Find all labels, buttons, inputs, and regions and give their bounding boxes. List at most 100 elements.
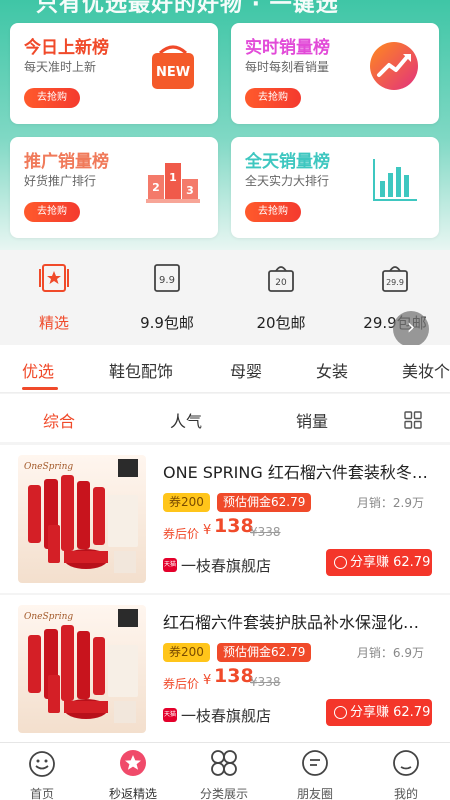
- nav-label: 首页: [29, 787, 54, 800]
- original-price: ¥338: [250, 525, 281, 539]
- buy-button[interactable]: 去抢购: [245, 88, 301, 108]
- quick-nav: 精选 9.9 9.9包邮 20 20包邮 29.9 29.9包邮: [0, 250, 450, 345]
- svg-text:20: 20: [275, 278, 287, 288]
- quick-nav-20[interactable]: 20 20包邮: [231, 262, 331, 333]
- card-subtitle: 每时每刻看销量: [245, 60, 330, 74]
- nav-label: 分类展示: [199, 787, 248, 800]
- tab-beauty[interactable]: 美妆个: [402, 358, 450, 382]
- grid-view-icon[interactable]: [404, 411, 422, 429]
- hero-title: 只有优选最好的好物 · 一键选: [36, 0, 339, 17]
- tab-youxuan[interactable]: 优选: [22, 358, 54, 382]
- podium-icon: 2 1 3: [146, 163, 200, 203]
- price: 138: [214, 665, 254, 687]
- card-subtitle: 每天准时上新: [24, 60, 97, 74]
- nav-featured[interactable]: 秒返精选: [88, 748, 178, 800]
- product-image[interactable]: OneSpring: [18, 455, 146, 583]
- quick-nav-featured[interactable]: 精选: [4, 262, 104, 333]
- shopping-bag-29-9-icon: 29.9: [382, 266, 408, 292]
- share-earn-button[interactable]: 分享赚 62.79: [326, 549, 432, 576]
- svg-text:9.9: 9.9: [159, 275, 175, 286]
- product-card[interactable]: OneSpring ONE SPRING 红石榴六件套装秋冬补水保湿 券200 …: [0, 445, 450, 593]
- card-promo-sales[interactable]: 推广销量榜 好货推广排行 去抢购 2 1 3: [10, 137, 218, 238]
- tab-womens[interactable]: 女装: [316, 358, 348, 382]
- quick-nav-label: 精选: [38, 314, 69, 332]
- commission-badge: 预估佣金62.79: [217, 493, 312, 512]
- share-earn-button[interactable]: 分享赚 62.79: [326, 699, 432, 726]
- original-price: ¥338: [250, 675, 281, 689]
- product-title[interactable]: 红石榴六件套装护肤品补水保湿化妆品: [163, 609, 433, 633]
- new-bag-icon: NEW: [152, 45, 194, 89]
- buy-button[interactable]: 去抢购: [24, 202, 80, 222]
- share-icon: [334, 556, 347, 569]
- price: 138: [214, 515, 254, 537]
- tab-baby[interactable]: 母婴: [230, 358, 262, 382]
- shop-name[interactable]: 一枝春旗舰店: [181, 555, 271, 576]
- quick-nav-label: 9.9包邮: [140, 314, 194, 332]
- chat-bubble-icon: [302, 750, 328, 776]
- svg-text:2: 2: [152, 181, 160, 194]
- nav-label: 我的: [393, 787, 418, 800]
- card-subtitle: 好货推广排行: [24, 174, 97, 188]
- product-card[interactable]: OneSpring 红石榴六件套装护肤品补水保湿化妆品 券200 预估佣金62.…: [0, 595, 450, 743]
- category-tabs: 优选 鞋包配饰 母婴 女装 美妆个: [0, 345, 450, 393]
- shop-name[interactable]: 一枝春旗舰店: [181, 705, 271, 726]
- svg-text:1: 1: [169, 171, 177, 184]
- monthly-sales: 月销：6.9万: [356, 646, 424, 660]
- buy-button[interactable]: 去抢购: [24, 88, 80, 108]
- card-allday-sales[interactable]: 全天销量榜 全天实力大排行 去抢购: [231, 137, 439, 238]
- chevron-right-icon[interactable]: ›: [393, 311, 429, 347]
- coupon-badge: 券200: [163, 643, 210, 662]
- card-title: 全天销量榜: [245, 152, 330, 172]
- price-symbol: ¥: [203, 673, 212, 688]
- card-title: 今日上新榜: [24, 38, 109, 58]
- quick-nav-9-9[interactable]: 9.9 9.9包邮: [117, 262, 217, 333]
- nav-moments[interactable]: 朋友圈: [270, 748, 360, 800]
- bar-chart-icon: [373, 159, 417, 201]
- card-subtitle: 全天实力大排行: [245, 174, 330, 188]
- share-label: 分享赚 62.79: [350, 705, 431, 720]
- tab-active-indicator: [22, 387, 58, 390]
- monthly-sales: 月销：2.9万: [356, 496, 424, 510]
- card-new-today[interactable]: 今日上新榜 每天准时上新 去抢购 NEW: [10, 23, 218, 124]
- card-realtime-sales[interactable]: 实时销量榜 每时每刻看销量 去抢购: [231, 23, 439, 124]
- nav-profile[interactable]: 我的: [361, 748, 450, 800]
- sort-sales[interactable]: 销量: [296, 408, 328, 432]
- product-image[interactable]: OneSpring: [18, 605, 146, 733]
- bottom-nav: 首页 秒返精选 分类展示 朋友圈 我的: [0, 742, 450, 800]
- nav-label: 朋友圈: [296, 787, 333, 800]
- tmall-badge-icon: 天猫: [163, 558, 177, 572]
- svg-text:3: 3: [186, 184, 194, 197]
- commission-badge: 预估佣金62.79: [217, 643, 312, 662]
- sort-comprehensive[interactable]: 综合: [43, 408, 75, 432]
- sort-popularity[interactable]: 人气: [170, 408, 202, 432]
- category-grid-icon: [211, 750, 237, 776]
- nav-label: 秒返精选: [108, 787, 157, 800]
- featured-star-icon: [39, 264, 69, 292]
- nav-home[interactable]: 首页: [0, 748, 87, 800]
- share-label: 分享赚 62.79: [350, 555, 431, 570]
- tmall-badge-icon: 天猫: [163, 708, 177, 722]
- sort-bar: 综合 人气 销量: [0, 394, 450, 442]
- star-badge-icon: [120, 750, 146, 776]
- trend-up-icon: [370, 42, 418, 90]
- tab-shoes-bags[interactable]: 鞋包配饰: [109, 358, 173, 382]
- after-coupon-label: 券后价: [163, 527, 200, 541]
- svg-text:OneSpring: OneSpring: [24, 462, 73, 472]
- svg-text:OneSpring: OneSpring: [24, 612, 73, 622]
- home-icon: [29, 751, 55, 777]
- buy-button[interactable]: 去抢购: [245, 202, 301, 222]
- price-tag-9-9-icon: 9.9: [154, 264, 180, 292]
- card-title: 推广销量榜: [24, 152, 109, 172]
- after-coupon-label: 券后价: [163, 677, 200, 691]
- svg-text:29.9: 29.9: [386, 278, 404, 287]
- product-title[interactable]: ONE SPRING 红石榴六件套装秋冬补水保湿: [163, 459, 433, 483]
- nav-category[interactable]: 分类展示: [179, 748, 269, 800]
- shopping-bag-20-icon: 20: [268, 266, 294, 292]
- card-title: 实时销量榜: [245, 38, 330, 58]
- quick-nav-label: 20包邮: [256, 314, 306, 332]
- price-symbol: ¥: [203, 523, 212, 538]
- profile-face-icon: [393, 750, 419, 776]
- svg-text:NEW: NEW: [156, 65, 190, 80]
- share-icon: [334, 706, 347, 719]
- coupon-badge: 券200: [163, 493, 210, 512]
